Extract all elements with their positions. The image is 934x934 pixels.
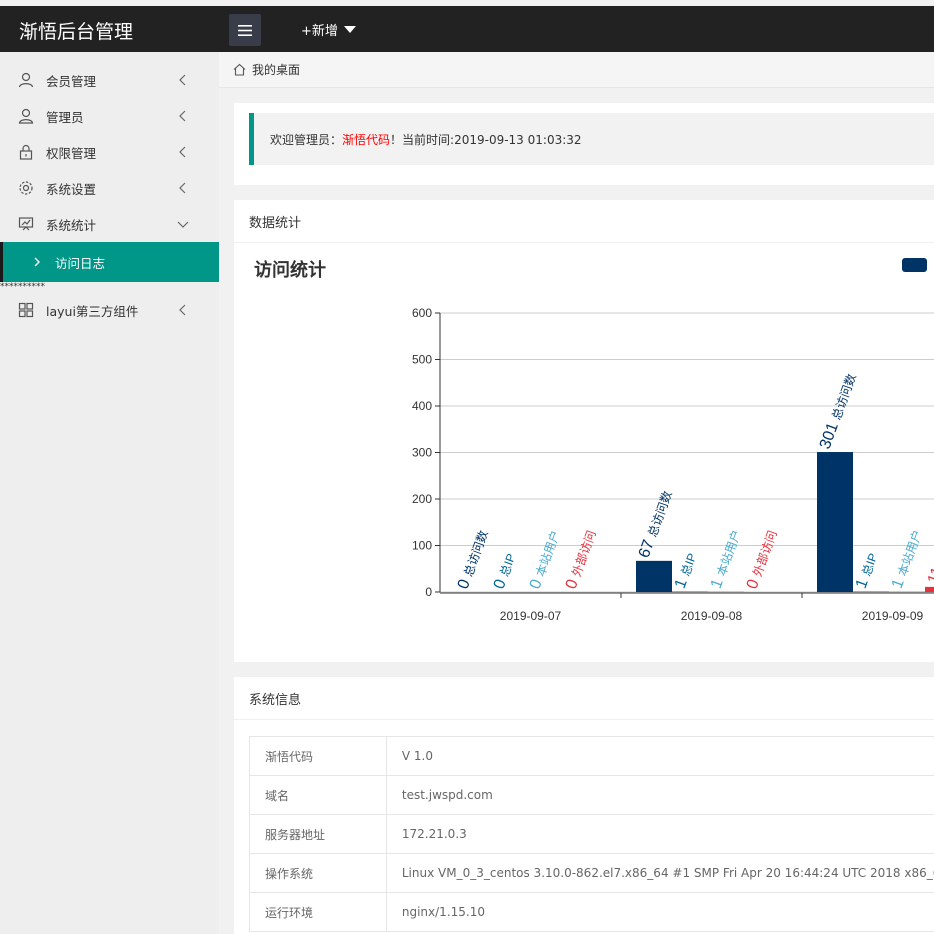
stats-card: 数据统计 访问统计 0 100 200 300 400 500 600 2019-09-07 0… <box>234 200 934 662</box>
info-key: 服务器地址 <box>249 814 387 854</box>
user-icon <box>18 72 34 88</box>
breadcrumb: 我的桌面 <box>219 52 934 88</box>
data-label: 1 总IP <box>853 551 882 591</box>
y-tick-label: 200 <box>412 492 432 506</box>
app-title: 渐悟后台管理 <box>19 21 134 43</box>
sidebar-item-permissions[interactable]: 权限管理 <box>0 134 219 170</box>
caret-down-icon <box>343 26 356 33</box>
y-tick-label: 500 <box>412 353 432 367</box>
bar <box>817 452 853 592</box>
x-tick-label: 2019-09-08 <box>681 609 743 623</box>
breadcrumb-label[interactable]: 我的桌面 <box>252 61 300 78</box>
lock-icon <box>18 144 34 160</box>
sidebar-item-settings[interactable]: 系统设置 <box>0 170 219 206</box>
gear-icon <box>18 180 34 196</box>
bar <box>925 586 934 592</box>
menu-toggle-button[interactable] <box>229 14 261 46</box>
x-tick-label: 2019-09-07 <box>500 609 562 623</box>
sidebar-subitem-label: 访问日志 <box>55 255 106 271</box>
chevron-right-icon <box>34 257 40 267</box>
welcome-card: 欢迎管理员： 渐悟代码 ！当前时间:2019-09-13 01:03:32 <box>234 103 934 185</box>
data-label: 11 外部访问 <box>925 516 934 587</box>
system-info-card: 系统信息 渐悟代码 V 1.0 域名 test.jwspd.com 服务器地址 172.2… <box>234 677 934 934</box>
y-tick-label: 300 <box>412 446 432 460</box>
welcome-prefix: 欢迎管理员： <box>270 132 343 147</box>
welcome-message: 欢迎管理员： 渐悟代码 ！当前时间:2019-09-13 01:03:32 <box>249 113 934 165</box>
data-label: 0 外部访问 <box>563 528 600 591</box>
add-new-label: +新增 <box>301 24 338 39</box>
data-label: 0 总IP <box>491 551 520 591</box>
data-label: 0 本站用户 <box>527 528 564 591</box>
stats-icon <box>18 216 34 232</box>
grid-icon <box>18 302 34 318</box>
chevron-left-icon <box>179 146 186 158</box>
chevron-left-icon <box>179 304 186 316</box>
info-value: V 1.0 <box>385 736 934 776</box>
table-row: 操作系统 Linux VM_0_3_centos 3.10.0-862.el7.x… <box>249 853 934 893</box>
table-row: 渐悟代码 V 1.0 <box>249 736 934 776</box>
x-tick-label: 2019-09-09 <box>862 609 924 623</box>
info-value: 172.21.0.3 <box>385 814 934 854</box>
sidebar-item-members[interactable]: 会员管理 <box>0 62 219 98</box>
data-label: 1 本站用户 <box>708 527 745 590</box>
top-bar: 渐悟后台管理 +新增 <box>0 6 934 52</box>
info-key: 运行环境 <box>249 892 387 932</box>
y-tick-label: 100 <box>412 539 432 553</box>
welcome-time: ！当前时间:2019-09-13 01:03:32 <box>390 132 582 147</box>
table-row: 运行环境 nginx/1.15.10 <box>249 892 934 932</box>
sidebar: 会员管理 管理员 权限管理 系统设置 系统统计 访问日志 ********** <box>0 52 219 934</box>
table-row: 域名 test.jwspd.com <box>249 775 934 815</box>
sidebar-subitem-access-log[interactable]: 访问日志 <box>0 242 219 282</box>
data-label: 1 本站用户 <box>889 527 926 590</box>
sidebar-item-label: 管理员 <box>46 109 84 125</box>
stray-text: ********** <box>0 282 45 292</box>
info-key: 渐悟代码 <box>249 736 387 776</box>
bar <box>636 560 672 592</box>
sidebar-item-label: 系统设置 <box>46 181 97 197</box>
chevron-left-icon <box>179 110 186 122</box>
info-value: Linux VM_0_3_centos 3.10.0-862.el7.x86_6… <box>385 853 934 893</box>
system-info-table: 渐悟代码 V 1.0 域名 test.jwspd.com 服务器地址 172.21.0.3… <box>249 736 934 932</box>
menu-icon <box>238 24 252 36</box>
y-tick-label: 0 <box>425 585 432 599</box>
welcome-brand: 渐悟代码 <box>342 132 391 147</box>
data-label: 1 总IP <box>672 551 701 591</box>
chevron-left-icon <box>179 182 186 194</box>
y-tick-label: 400 <box>412 399 432 413</box>
home-icon <box>233 63 246 76</box>
sidebar-item-statistics[interactable]: 系统统计 <box>0 206 219 242</box>
info-key: 操作系统 <box>249 853 387 893</box>
data-label: 0 外部访问 <box>744 528 781 591</box>
admin-icon <box>18 108 34 124</box>
sidebar-item-admins[interactable]: 管理员 <box>0 98 219 134</box>
data-label: 0 总访问数 <box>455 528 492 591</box>
info-key: 域名 <box>249 775 387 815</box>
data-label: 301 总访问数 <box>817 371 860 451</box>
table-row: 服务器地址 172.21.0.3 <box>249 814 934 854</box>
y-tick-label: 600 <box>412 306 432 320</box>
sidebar-item-layui-components[interactable]: layui第三方组件 <box>0 292 219 328</box>
chevron-left-icon <box>179 74 186 86</box>
info-value: nginx/1.15.10 <box>385 892 934 932</box>
bar-chart: 0 100 200 300 400 500 600 2019-09-07 0 总访问数0 总IP… <box>412 306 934 623</box>
system-header: 系统信息 <box>234 677 934 720</box>
chevron-down-icon <box>177 221 189 228</box>
sidebar-item-label: 会员管理 <box>46 73 97 89</box>
sidebar-item-label: 权限管理 <box>46 145 97 161</box>
sidebar-item-label: 系统统计 <box>46 217 97 233</box>
add-new-menu[interactable]: +新增 <box>301 20 356 39</box>
sidebar-item-label: layui第三方组件 <box>46 303 139 319</box>
info-value: test.jwspd.com <box>385 775 934 815</box>
